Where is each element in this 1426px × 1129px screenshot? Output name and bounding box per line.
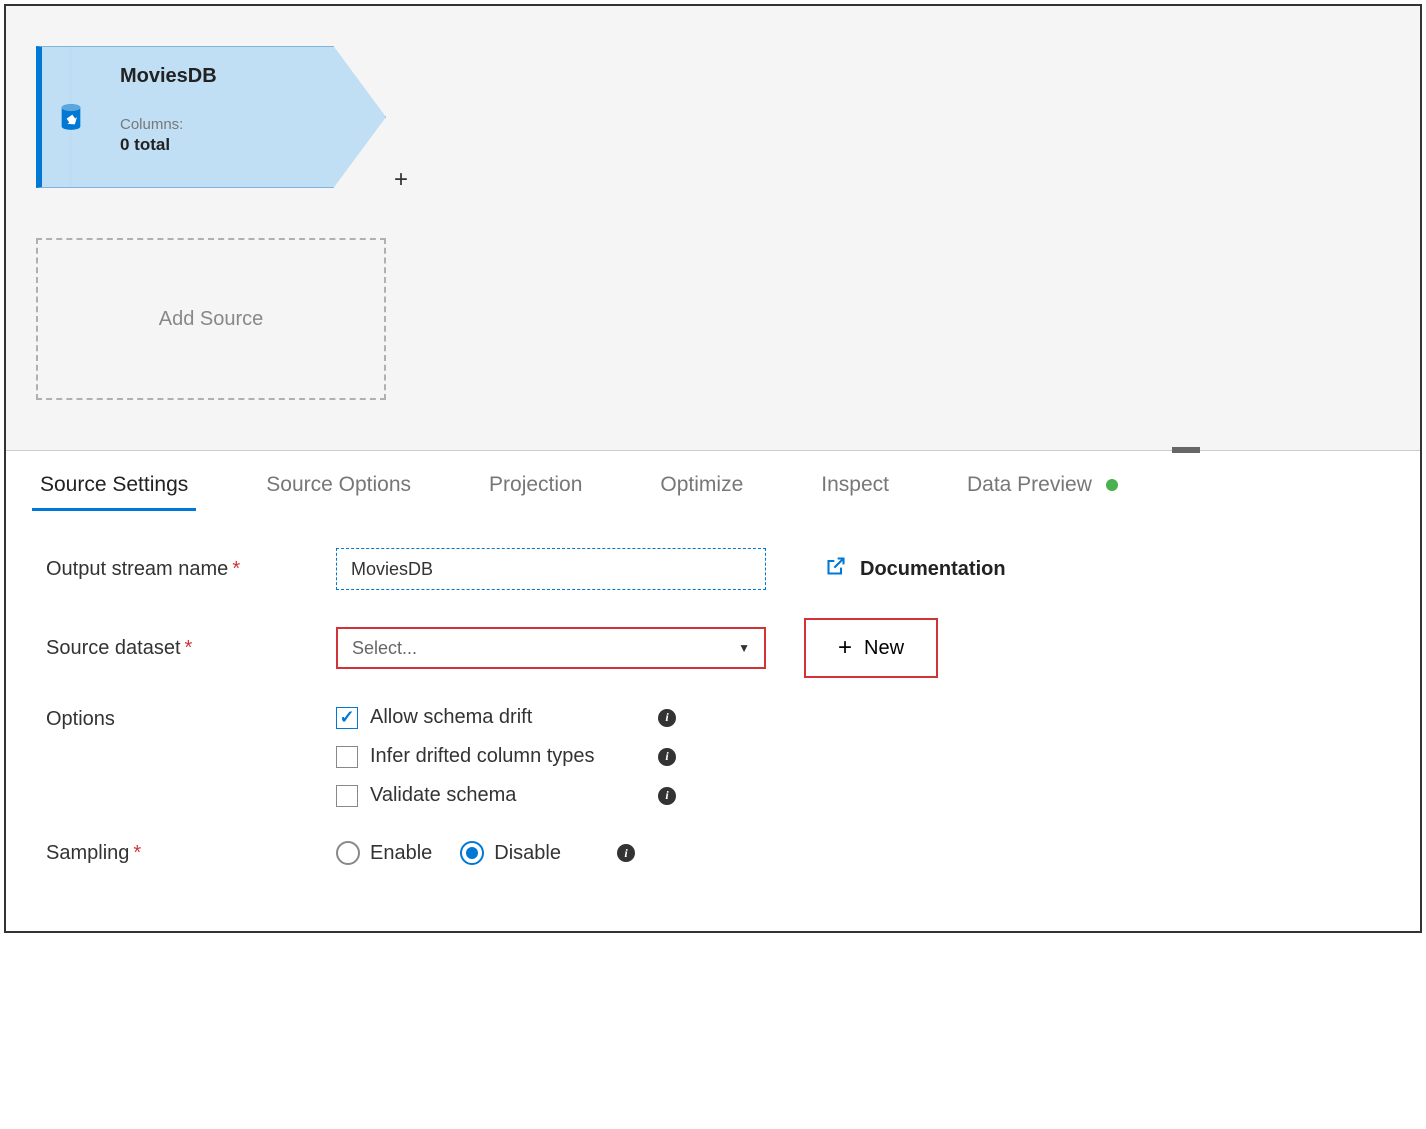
- output-stream-row: Output stream name* Documentation: [46, 548, 1380, 590]
- source-columns-label: Columns:: [120, 116, 365, 133]
- sampling-enable-option[interactable]: Enable: [336, 841, 432, 865]
- add-source-button[interactable]: Add Source: [36, 238, 386, 400]
- allow-schema-drift-checkbox[interactable]: ✓: [336, 707, 358, 729]
- infer-drifted-checkbox[interactable]: [336, 746, 358, 768]
- dataflow-canvas[interactable]: MoviesDB Columns: 0 total + Add Source: [6, 6, 1420, 450]
- tab-source-settings[interactable]: Source Settings: [36, 461, 192, 509]
- options-label: Options: [46, 706, 336, 731]
- tab-inspect[interactable]: Inspect: [817, 461, 893, 509]
- sampling-disable-label: Disable: [494, 842, 561, 865]
- source-node[interactable]: MoviesDB Columns: 0 total +: [36, 46, 386, 188]
- tabs-bar: Source Settings Source Options Projectio…: [6, 451, 1420, 510]
- status-dot-icon: [1106, 479, 1118, 491]
- documentation-label: Documentation: [860, 558, 1006, 581]
- required-asterisk: *: [232, 558, 240, 580]
- validate-schema-row: Validate schema i: [336, 784, 676, 807]
- infer-drifted-row: Infer drifted column types i: [336, 745, 676, 768]
- tab-data-preview[interactable]: Data Preview: [963, 461, 1122, 509]
- info-icon[interactable]: i: [658, 709, 676, 727]
- options-row: Options ✓ Allow schema drift i Infer dri…: [46, 706, 1380, 823]
- select-placeholder: Select...: [352, 638, 417, 659]
- database-icon: [57, 103, 85, 131]
- sampling-row: Sampling* Enable Disable i: [46, 841, 1380, 865]
- checkmark-icon: ✓: [339, 707, 354, 728]
- source-node-body: MoviesDB Columns: 0 total: [36, 46, 386, 188]
- app-container: MoviesDB Columns: 0 total + Add Source S…: [4, 4, 1422, 933]
- sampling-enable-radio[interactable]: [336, 841, 360, 865]
- sampling-disable-radio[interactable]: [460, 841, 484, 865]
- allow-schema-drift-label: Allow schema drift: [370, 706, 646, 729]
- external-link-icon: [826, 556, 846, 582]
- required-asterisk: *: [185, 637, 193, 659]
- panel-drag-handle[interactable]: [1172, 447, 1200, 453]
- info-icon[interactable]: i: [658, 787, 676, 805]
- source-dataset-row: Source dataset* Select... ▼ + New: [46, 618, 1380, 678]
- output-stream-input[interactable]: [336, 548, 766, 590]
- tab-source-options[interactable]: Source Options: [262, 461, 415, 509]
- source-dataset-label: Source dataset*: [46, 637, 336, 660]
- source-title: MoviesDB: [120, 65, 365, 88]
- options-column: ✓ Allow schema drift i Infer drifted col…: [336, 706, 676, 823]
- chevron-down-icon: ▼: [738, 641, 750, 655]
- sampling-label: Sampling*: [46, 842, 336, 865]
- info-icon[interactable]: i: [617, 844, 635, 862]
- sampling-enable-label: Enable: [370, 842, 432, 865]
- tab-projection[interactable]: Projection: [485, 461, 586, 509]
- info-icon[interactable]: i: [658, 748, 676, 766]
- new-dataset-button[interactable]: + New: [804, 618, 938, 678]
- source-dataset-select[interactable]: Select... ▼: [336, 627, 766, 669]
- sampling-radio-group: Enable Disable i: [336, 841, 635, 865]
- new-button-label: New: [864, 637, 904, 660]
- output-stream-label: Output stream name*: [46, 558, 336, 581]
- validate-schema-label: Validate schema: [370, 784, 646, 807]
- validate-schema-checkbox[interactable]: [336, 785, 358, 807]
- source-icon-panel: [42, 47, 100, 187]
- tab-optimize[interactable]: Optimize: [656, 461, 747, 509]
- tab-data-preview-label: Data Preview: [967, 473, 1092, 496]
- add-source-label: Add Source: [159, 308, 264, 331]
- documentation-link[interactable]: Documentation: [826, 556, 1006, 582]
- allow-schema-drift-row: ✓ Allow schema drift i: [336, 706, 676, 729]
- required-asterisk: *: [133, 842, 141, 864]
- source-columns-total: 0 total: [120, 135, 365, 155]
- sampling-disable-option[interactable]: Disable: [460, 841, 561, 865]
- form-area: Output stream name* Documentation: [6, 510, 1420, 931]
- plus-icon: +: [838, 634, 852, 662]
- settings-panel: Source Settings Source Options Projectio…: [6, 450, 1420, 931]
- add-step-icon[interactable]: +: [394, 166, 408, 194]
- infer-drifted-label: Infer drifted column types: [370, 745, 646, 768]
- source-content: MoviesDB Columns: 0 total: [100, 47, 385, 187]
